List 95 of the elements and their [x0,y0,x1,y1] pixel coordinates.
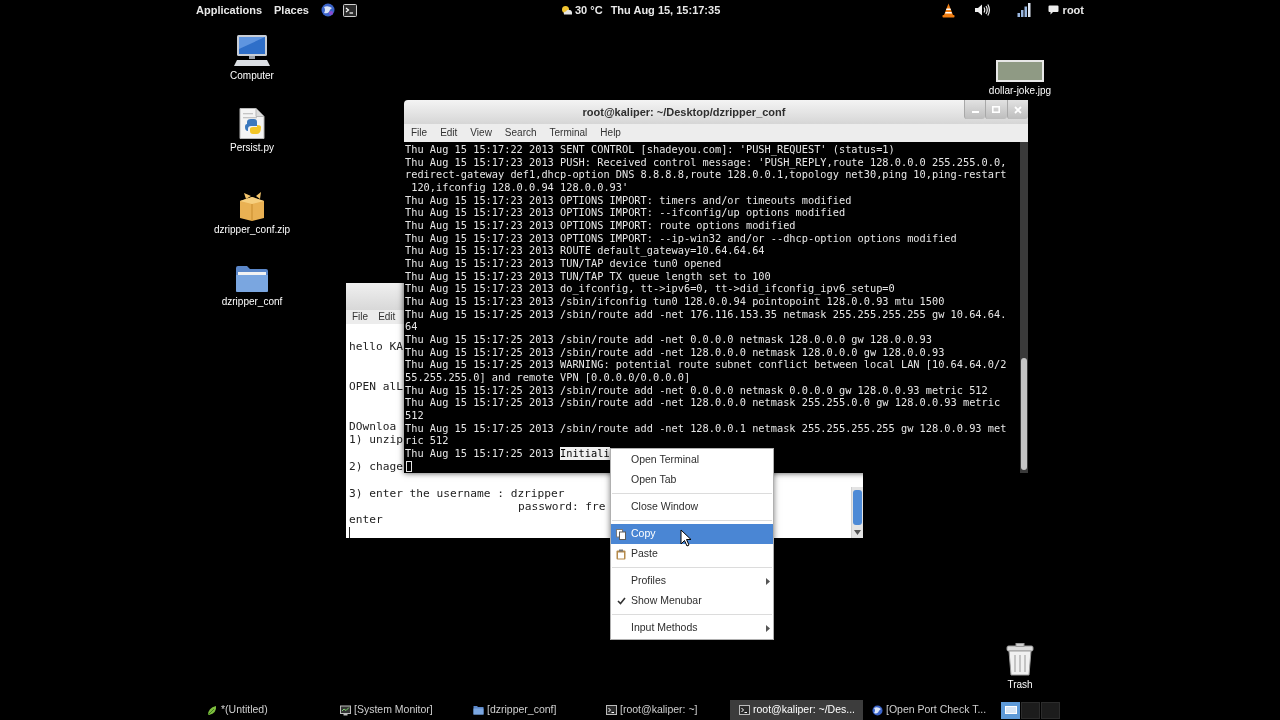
terminal-line: Thu Aug 15 15:17:23 2013 OPTIONS IMPORT: --ifconfig/up options modified [405,206,846,220]
terminal-line: redirect-gateway def1,dhcp-option DNS 8.8.8.8,route 128.0.0.1,topology net30,ping 10,ping-restart [405,168,1007,181]
chat-icon[interactable] [1047,5,1059,15]
menu-item[interactable]: Copy [611,524,773,544]
paste-icon [616,548,626,560]
menu-button[interactable]: Places [272,0,311,20]
python-file-icon[interactable] [239,108,265,139]
menu-item[interactable]: Help [599,127,622,139]
terminal-line: Thu Aug 15 15:17:25 2013 /sbin/route add -net 176.116.153.35 netmask 255.255.255.255 gw 10.64.64. [405,307,1007,321]
clock[interactable]: Thu Aug 15, 15:17:35 [610,1,721,19]
text-line: 1) unzip [349,433,403,447]
submenu-arrow-icon [766,577,770,585]
file-name-label[interactable]: Persist.py [230,142,274,154]
menu-item[interactable]: Terminal [548,127,589,139]
terminal-line: 55.255.255.0] and remote VPN [0.0.0.0/0.0.0.0] [405,371,691,384]
volume-icon[interactable] [973,3,990,17]
scrollbar-thumb[interactable] [1021,358,1027,470]
file-name-label[interactable]: dollar-joke.jpg [988,85,1052,97]
submenu-arrow-icon [766,624,770,632]
menu-item[interactable]: File [351,311,370,323]
terminal-line: Thu Aug 15 15:17:23 2013 PUSH: Received control message: 'PUSH_REPLY,route 128.0.0.0 255.255.0.0, [405,155,1007,169]
menu-item[interactable]: Edit [439,127,459,139]
menu-item[interactable]: View [469,127,493,139]
terminal-icon [739,705,750,715]
terminal-icon[interactable] [342,3,357,17]
leaf-icon [207,704,218,716]
folder-icon[interactable] [235,265,269,293]
terminal-icon [606,705,617,715]
menu-item[interactable]: Edit [377,311,397,323]
weather-icon[interactable] [561,5,573,15]
terminal-line: Thu Aug 15 15:17:25 2013 /sbin/route add -net 128.0.0.1 netmask 255.255.255.255 gw 128.0.0.93 met [405,421,1007,435]
terminal-line: Thu Aug 15 15:17:23 2013 do_ifconfig, tt->ipv6=0, tt->did_ifconfig_ipv6_setup=0 [405,282,895,296]
user-menu[interactable]: root [1062,1,1084,19]
terminal-line: Thu Aug 15 15:17:23 2013 TUN/TAP device tun0 opened [405,257,722,270]
scrollbar[interactable] [851,487,863,539]
taskbar-item[interactable]: root@kaliper: ~/Des... [730,700,863,720]
maximize-icon [992,106,1001,113]
menu-item[interactable]: Open Tab [611,470,773,490]
text-line: hello KA [349,340,403,354]
text-line: enter [349,513,383,527]
terminal-line: Thu Aug 15 15:17:23 2013 /sbin/ifconfig tun0 128.0.0.94 pointopoint 128.0.0.93 mtu 1500 [405,295,945,308]
text-line: DOwnloa [349,420,397,434]
terminal-line: 512 [405,409,424,422]
selected-text: Initiali [560,447,610,460]
terminal-line: Thu Aug 15 15:17:25 2013 WARNING: potential route subnet conflict between local LAN [10.64.64.0/2 [405,358,1007,372]
computer-icon[interactable] [234,35,270,67]
trash-icon[interactable] [1006,643,1034,676]
terminal-line: 64 [405,320,418,334]
terminal-line: Thu Aug 15 15:17:25 2013 /sbin/route add -net 0.0.0.0 netmask 128.0.0.0 gw 128.0.0.93 [405,333,932,346]
text-line: password: fre [518,499,606,514]
terminal-line: ric 512 [405,434,449,448]
menu-item[interactable]: Show Menubar [611,591,773,611]
menu-item[interactable]: Input Methods [611,618,773,638]
scrollbar-thumb[interactable] [853,490,862,526]
close-icon [1013,105,1022,114]
copy-icon [616,528,626,540]
terminal-line: Thu Aug 15 15:17:23 2013 ROUTE default_gateway=10.64.64.64 [405,244,765,258]
text-line: 3) enter the username : dzripper [349,486,565,500]
text-line: OPEN alL [349,380,403,394]
file-name-label[interactable]: Computer [230,70,274,82]
traffic-cone-icon[interactable] [941,2,955,18]
terminal-line: 120,ifconfig 128.0.0.94 128.0.0.93' [410,181,629,194]
menu-item[interactable]: Close Window [611,497,773,517]
file-name-label[interactable]: dzripper_conf.zip [213,224,291,236]
box-icon[interactable] [238,192,266,221]
menu-button[interactable]: Applications [194,0,264,20]
terminal-line: Thu Aug 15 15:17:23 2013 OPTIONS IMPORT: --ip-win32 and/or --dhcp-option options modified [405,231,957,245]
terminal-line: Thu Aug 15 15:17:23 2013 OPTIONS IMPORT: timers and/or timeouts modified [405,193,852,207]
terminal-line: Thu Aug 15 15:17:25 2013 /sbin/route add -net 128.0.0.0 netmask 128.0.0.0 gw 128.0.0.93 [405,345,945,359]
terminal-line: Thu Aug 15 15:17:25 2013 [405,447,554,460]
weather-label[interactable]: 30 °C [575,1,603,19]
menu-item[interactable]: File [410,127,429,139]
scrollbar[interactable] [1020,142,1028,473]
terminal-line: Thu Aug 15 15:17:23 2013 OPTIONS IMPORT: route options modified [405,219,796,232]
file-name-label[interactable]: dzripper_conf [221,296,283,308]
workspace-button[interactable] [1001,701,1020,719]
window-title: root@kaliper: ~/Desktop/dzripper_conf [582,104,786,120]
terminal-line: Thu Aug 15 15:17:25 2013 /sbin/route add -net 0.0.0.0 netmask 0.0.0.0 gw 128.0.0.93 metric 512 [405,383,988,397]
terminal-line: Thu Aug 15 15:17:22 2013 SENT CONTROL [shadeyou.com]: 'PUSH_REQUEST' (status=1) [405,143,895,156]
terminal-line: Thu Aug 15 15:17:25 2013 /sbin/route add -net 128.0.0.0 netmask 255.255.0.0 gw 128.0.0.93 metric [405,396,1001,410]
signal-bars-icon[interactable] [1016,3,1031,17]
text-line: 2) chage [349,459,403,474]
menu-item[interactable]: Open Terminal [611,450,773,470]
mouse-pointer-icon [680,529,692,547]
window-thumbnail-icon [1004,706,1017,714]
globe-icon [872,704,883,716]
menu-item[interactable]: Search [503,127,538,139]
menu-item[interactable]: Paste [611,544,773,564]
globe-icon[interactable] [320,3,335,17]
folder-icon [473,705,484,715]
down-arrow-icon[interactable] [854,530,861,536]
terminal-line: Thu Aug 15 15:17:23 2013 TUN/TAP TX queue length set to 100 [405,269,771,283]
monitor-icon [340,704,351,716]
file-name-label[interactable]: Trash [1007,679,1033,691]
menu-item[interactable]: Profiles [611,571,773,591]
